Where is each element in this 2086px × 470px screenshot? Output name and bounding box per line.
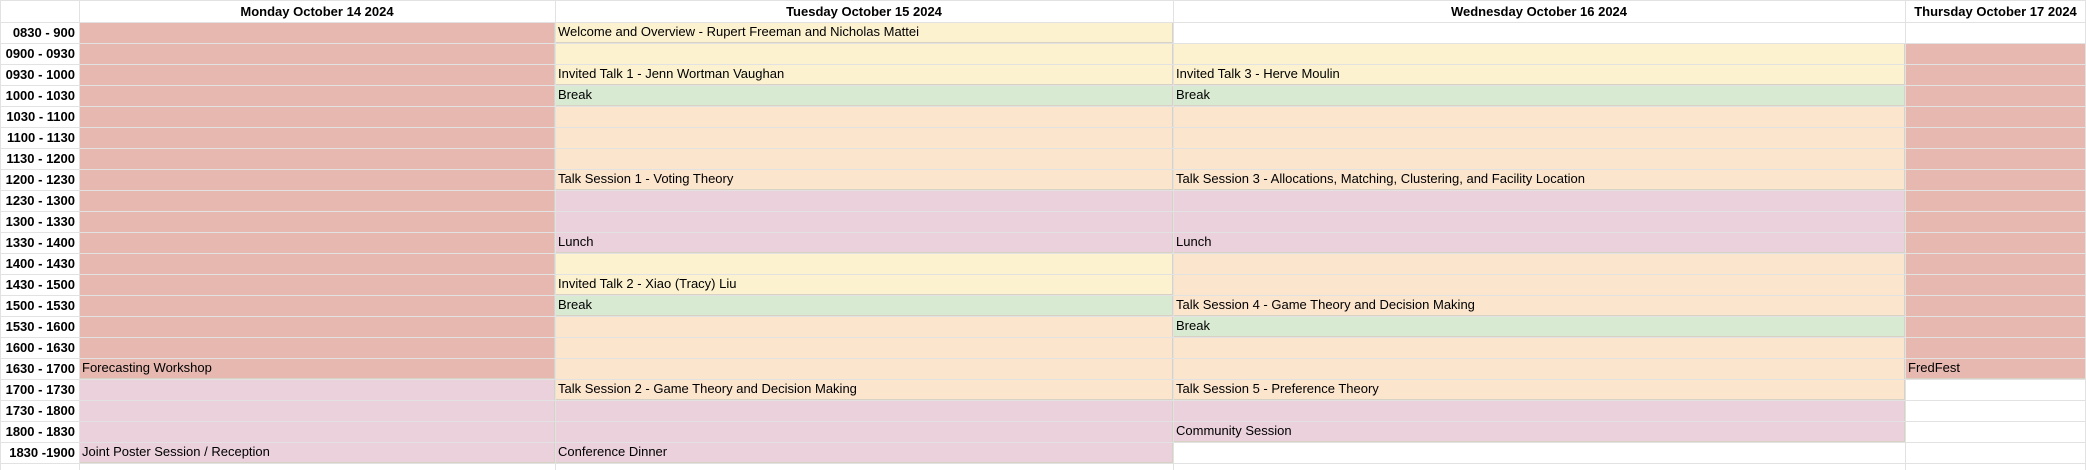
row-gridline [0,127,2086,128]
time-slot-label: 1700 - 1730 [5,382,75,397]
event-title: Talk Session 4 - Game Theory and Decisio… [1176,297,1475,312]
time-slot-label: 1000 - 1030 [5,88,75,103]
row-gridline [0,64,2086,65]
event-title: Break [558,297,592,312]
time-slot-label: 0930 - 1000 [5,67,75,82]
event-block[interactable]: Conference Dinner [555,400,1173,463]
time-slot-label: 1830 -1900 [9,445,75,460]
time-slot-label: 1400 - 1430 [5,256,75,271]
event-block[interactable]: Break [1173,85,1905,106]
event-title: Invited Talk 2 - Xiao (Tracy) Liu [558,276,737,291]
event-title: Break [558,87,592,102]
row-gridline [0,43,2086,44]
time-slot-label: 1330 - 1400 [5,235,75,250]
row-gridline [0,337,2086,338]
time-slot-label: 1300 - 1330 [5,214,75,229]
row-gridline [0,316,2086,317]
event-title: Conference Dinner [558,444,668,459]
time-slot-label: 1130 - 1200 [6,151,75,166]
event-block[interactable]: Break [555,85,1173,106]
row-gridline [0,379,2086,380]
event-title: Talk Session 1 - Voting Theory [558,171,734,186]
time-slot-label: 0830 - 900 [12,25,75,40]
row-gridline [0,421,2086,422]
row-gridline [0,253,2086,254]
row-gridline [0,190,2086,191]
event-block[interactable]: Welcome and Overview - Rupert Freeman an… [555,22,1173,43]
time-slot-label: 1530 - 1600 [5,319,75,334]
row-gridline [0,295,2086,296]
event-title: Forecasting Workshop [82,360,212,375]
schedule-grid: Forecasting Workshop Joint Poster Session… [0,0,2086,470]
column-gridline [79,0,80,470]
day-header-tue: Tuesday October 15 2024 [786,3,942,19]
event-title: FredFest [1908,360,1961,375]
day-header-thu: Thursday October 17 2024 [1914,3,2077,19]
row-gridline [0,85,2086,86]
event-title: Break [1176,318,1210,333]
column-gridline [555,0,556,470]
row-gridline [0,442,2086,443]
time-slot-label: 1600 - 1630 [5,340,75,355]
event-block[interactable]: Lunch [1173,190,1905,253]
row-gridline [0,106,2086,107]
event-title: Break [1176,87,1210,102]
row-gridline [0,463,2086,464]
time-slot-label: 1430 - 1500 [5,277,75,292]
event-block[interactable]: Forecasting Workshop [79,22,555,379]
row-gridline [0,148,2086,149]
time-slot-label: 1200 - 1230 [5,172,75,187]
event-title: Joint Poster Session / Reception [82,444,270,459]
row-gridline [0,169,2086,170]
event-title: Talk Session 5 - Preference Theory [1176,381,1379,396]
day-header-wed: Wednesday October 16 2024 [1450,3,1628,19]
time-slot-label: 1630 - 1700 [5,361,75,376]
event-title: Talk Session 2 - Game Theory and Decisio… [558,381,857,396]
event-title: Lunch [558,234,594,249]
time-slot-label: 1030 - 1100 [6,109,75,124]
event-title: Invited Talk 3 - Herve Moulin [1176,66,1340,81]
event-block[interactable]: Break [1173,316,1905,337]
time-slot-label: 1800 - 1830 [5,424,75,439]
time-slot-label: 1100 - 1130 [7,130,75,145]
event-block[interactable]: Lunch [555,190,1173,253]
column-gridline [1905,0,1906,470]
event-title: Community Session [1176,423,1292,438]
event-block[interactable]: Talk Session 4 - Game Theory and Decisio… [1173,253,1905,316]
row-gridline [0,211,2086,212]
time-slot-label: 1730 - 1800 [5,403,75,418]
event-title: Invited Talk 1 - Jenn Wortman Vaughan [558,66,785,81]
event-title: Lunch [1176,234,1212,249]
time-slot-label: 0900 - 0930 [5,46,75,61]
time-slot-label: 1500 - 1530 [5,298,75,313]
time-slot-label: 1230 - 1300 [5,193,75,208]
event-title: Talk Session 3 - Allocations, Matching, … [1176,171,1585,186]
row-gridline [0,400,2086,401]
row-gridline [0,22,2086,23]
event-title: Welcome and Overview - Rupert Freeman an… [558,24,920,39]
column-gridline [1173,0,1174,470]
event-block[interactable]: Talk Session 5 - Preference Theory [1173,337,1905,400]
row-gridline [0,274,2086,275]
row-gridline [0,232,2086,233]
row-gridline [0,358,2086,359]
day-header-mon: Monday October 14 2024 [240,3,394,19]
event-block[interactable]: Break [555,295,1173,316]
